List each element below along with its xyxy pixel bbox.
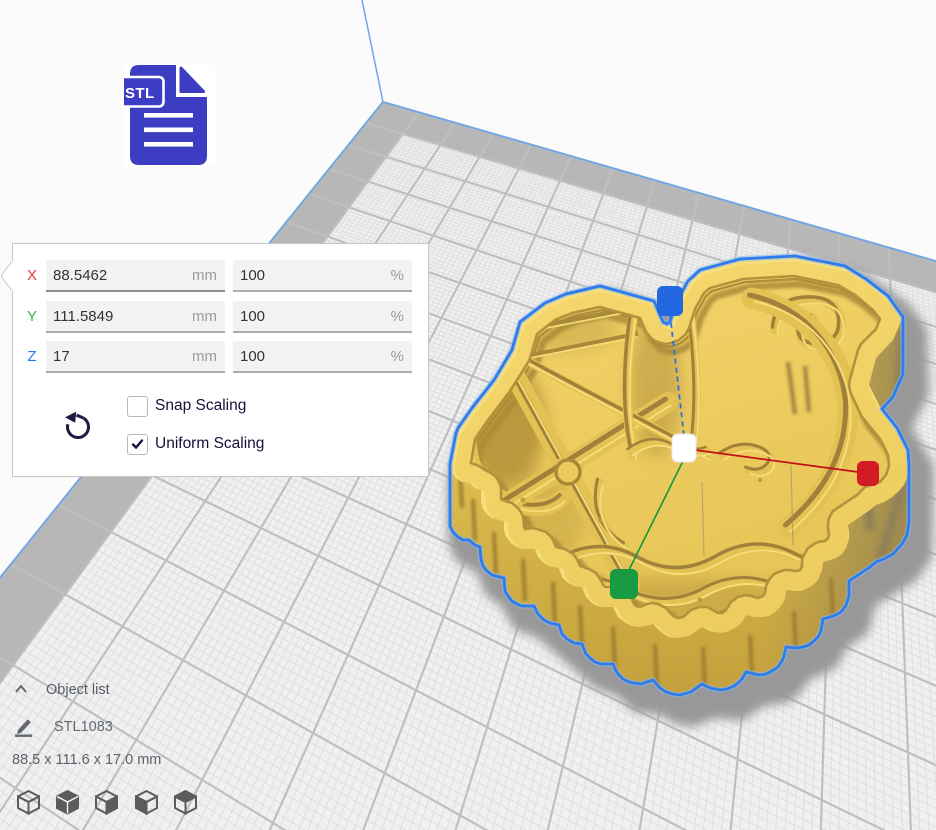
svg-text:STL: STL [125, 85, 155, 102]
